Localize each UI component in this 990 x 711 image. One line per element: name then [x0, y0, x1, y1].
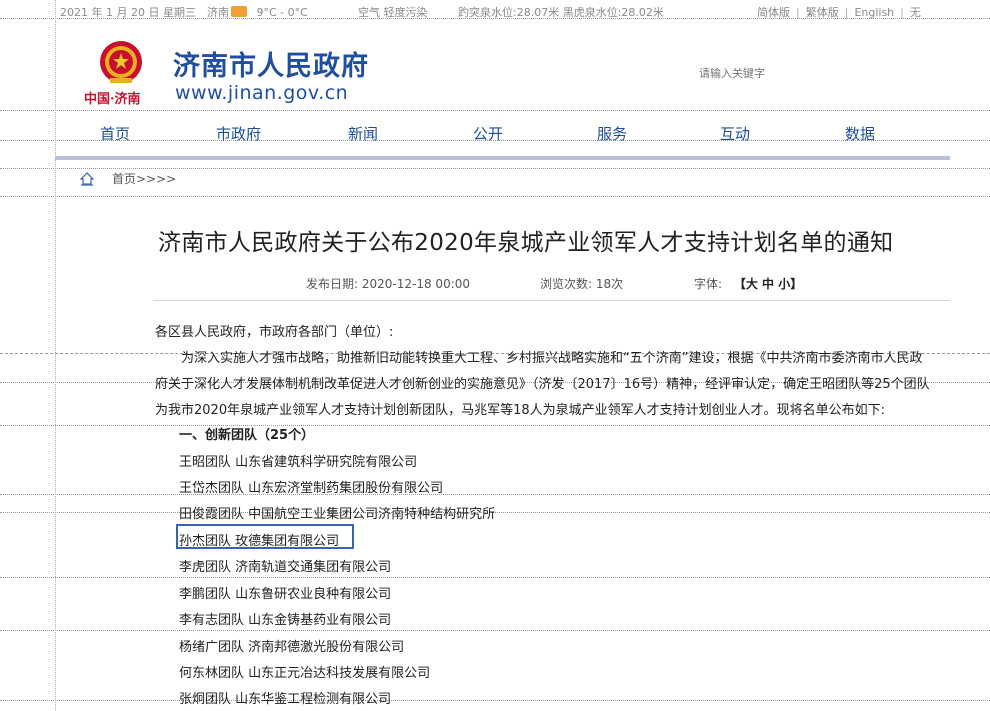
weather-sun-icon	[231, 6, 247, 17]
nav-news[interactable]: 新闻	[348, 123, 378, 144]
breadcrumb-path[interactable]: 首页>>>>	[112, 172, 176, 186]
font-size-control: 字体: 【大 中 小】	[694, 275, 802, 292]
paragraph-line: 为深入实施人才强市战略，助推新旧动能转换重大工程、乡村振兴战略实施和“五个济南”…	[181, 351, 923, 366]
team-item: 王昭团队 山东省建筑科学研究院有限公司	[179, 455, 418, 470]
view-count: 浏览次数: 18次	[540, 275, 623, 292]
font-label: 字体:	[694, 277, 723, 291]
views-label: 浏览次数:	[540, 277, 593, 291]
nav-interaction[interactable]: 互动	[720, 123, 750, 144]
nav-home[interactable]: 首页	[100, 123, 130, 144]
team-item: 王岱杰团队 山东宏济堂制药集团股份有限公司	[179, 481, 444, 496]
publish-date: 发布日期: 2020-12-18 00:00	[306, 275, 470, 292]
date-text: 2021 年 1 月 20 日 星期三	[60, 6, 196, 19]
nav-data[interactable]: 数据	[845, 123, 875, 144]
site-url[interactable]: www.jinan.gov.cn	[175, 82, 348, 104]
team-item: 何东林团队 山东正元冶达科技发展有限公司	[179, 666, 431, 681]
lang-accessible[interactable]: 无	[910, 6, 921, 19]
team-item: 李有志团队 山东金铸基药业有限公司	[179, 613, 392, 628]
search-input[interactable]	[697, 64, 881, 84]
guide-line	[0, 168, 990, 169]
water-level: 趵突泉水位:28.07米 黑虎泉水位:28.02米	[458, 6, 664, 19]
team-item: 李虎团队 济南轨道交通集团有限公司	[179, 560, 392, 575]
nav-government[interactable]: 市政府	[216, 123, 261, 144]
guide-line	[0, 700, 990, 701]
team-item: 李鹏团队 山东鲁研农业良种有限公司	[179, 587, 392, 602]
title-divider	[153, 300, 950, 301]
paragraph-line: 府关于深化人才发展体制机制改革促进人才创新创业的实施意见》（济发〔2017〕16…	[155, 377, 930, 392]
city-text: 济南	[207, 6, 229, 19]
logo-city-text: 中国·济南	[84, 92, 141, 107]
guide-line	[0, 577, 990, 578]
lang-simplified[interactable]: 简体版	[757, 6, 790, 19]
language-switch: 简体版 | 繁体版 | English | 无	[757, 6, 921, 19]
breadcrumb: 首页>>>>	[80, 170, 176, 187]
nav-underline	[55, 156, 950, 160]
lang-traditional[interactable]: 繁体版	[806, 6, 839, 19]
guide-line	[0, 425, 990, 426]
team-item: 张炯团队 山东华鉴工程检测有限公司	[179, 692, 392, 707]
main-nav: 首页 市政府 新闻 公开 服务 互动 数据	[60, 123, 950, 143]
emblem-logo[interactable]: 中国·济南	[84, 38, 162, 107]
date-value: 2020-12-18 00:00	[361, 277, 471, 291]
team-item: 田俊霞团队 中国航空工业集团公司济南特种结构研究所	[179, 507, 496, 522]
air-quality: 空气 轻度污染	[358, 6, 428, 19]
salutation: 各区县人民政府，市政府各部门（单位）:	[155, 325, 394, 340]
home-icon[interactable]	[80, 172, 94, 186]
nav-service[interactable]: 服务	[597, 123, 627, 144]
article-title: 济南市人民政府关于公布2020年泉城产业领军人才支持计划名单的通知	[158, 230, 894, 256]
weather: 济南 9°C - 0°C	[207, 4, 308, 20]
guide-line	[0, 110, 990, 111]
section-heading: 一、创新团队（25个）	[179, 428, 315, 443]
temp-text: 9°C - 0°C	[256, 6, 308, 19]
nav-public[interactable]: 公开	[473, 123, 503, 144]
guide-line	[0, 494, 990, 495]
site-title[interactable]: 济南市人民政府	[173, 44, 369, 83]
selection-highlight-box	[176, 524, 354, 549]
lang-english[interactable]: English	[854, 6, 894, 19]
guide-line	[55, 0, 56, 711]
views-value: 18次	[595, 277, 624, 291]
paragraph-line: 为我市2020年泉城产业领军人才支持计划创新团队，马兆军等18人为泉城产业领军人…	[155, 403, 886, 418]
font-size-options[interactable]: 【大 中 小】	[734, 277, 802, 291]
guide-line	[0, 630, 990, 631]
top-info-bar: 2021 年 1 月 20 日 星期三 济南 9°C - 0°C 空气 轻度污染…	[0, 0, 990, 22]
team-item: 杨绪广团队 济南邦德激光股份有限公司	[179, 640, 405, 655]
guide-line	[0, 196, 990, 197]
date-label: 发布日期:	[306, 277, 359, 291]
